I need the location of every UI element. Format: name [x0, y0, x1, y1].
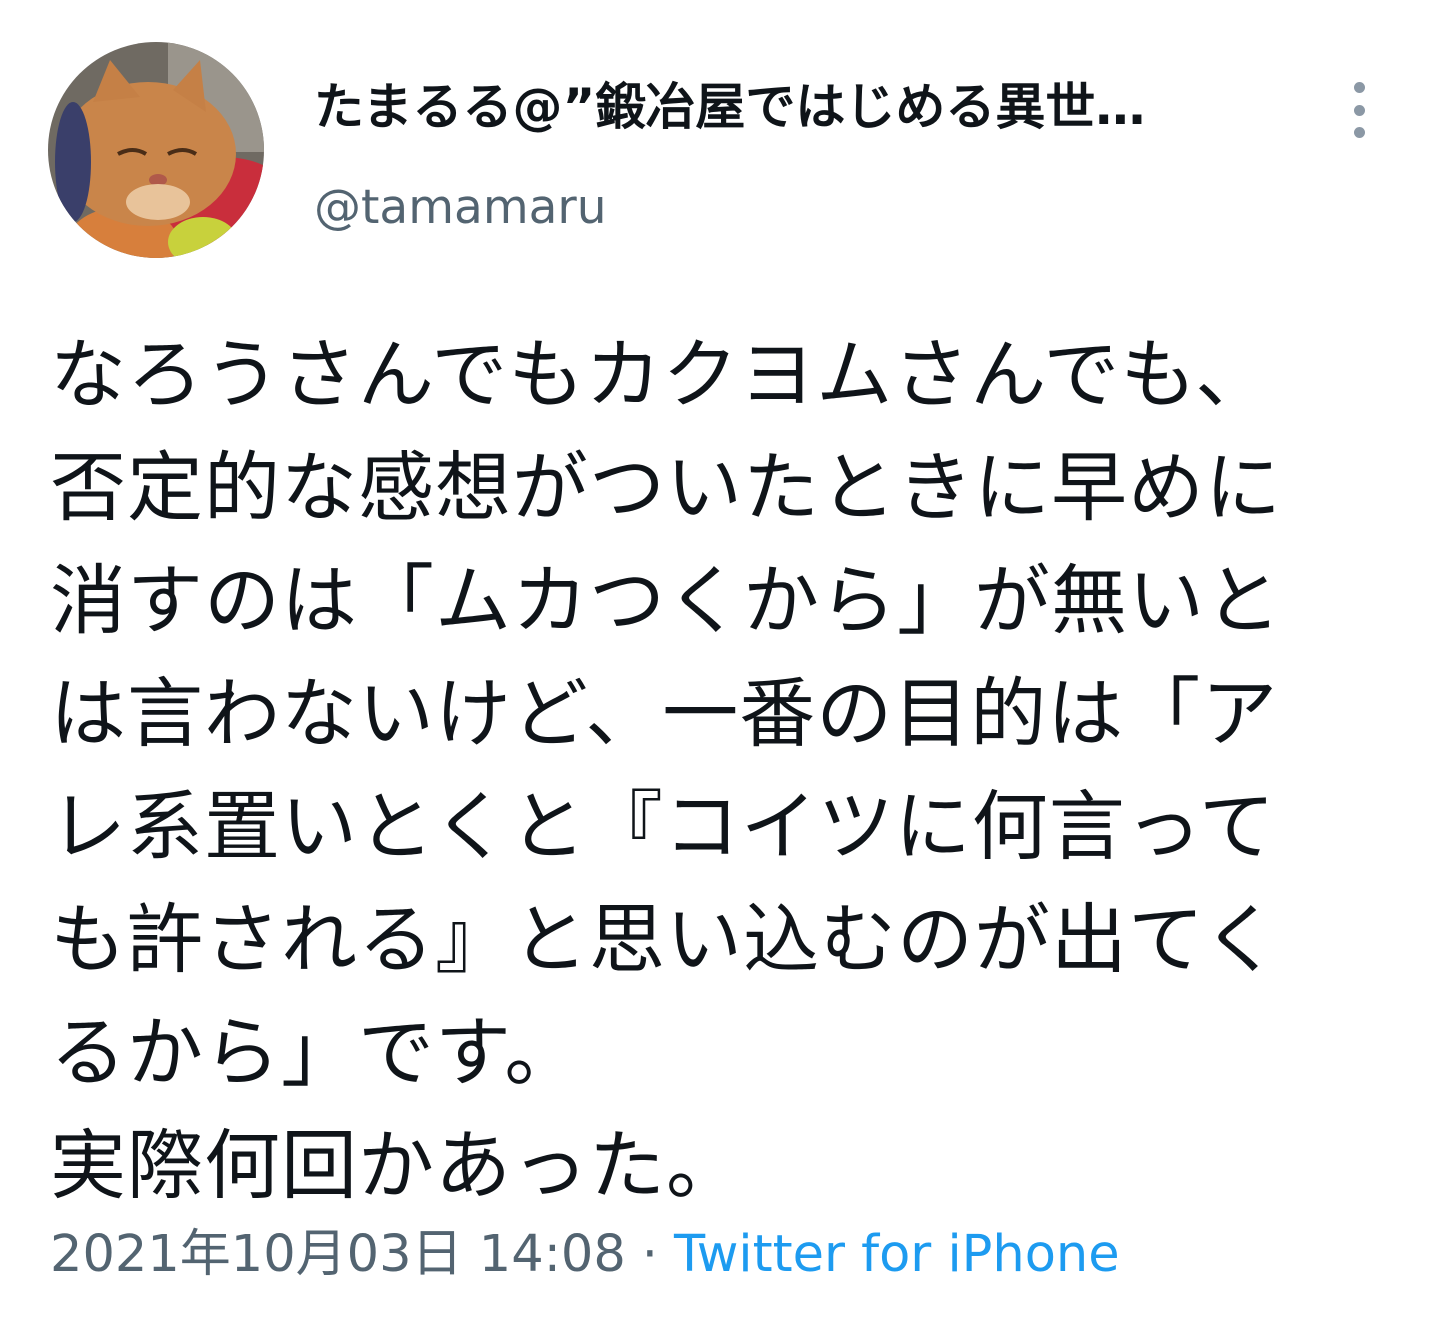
tweet-text: なろうさんでもカクヨムさんでも、 否定的な感想がついたときに早めに 消すのは「ム…	[50, 318, 1410, 1222]
author-handle[interactable]: @tamamaru	[314, 180, 1274, 236]
tweet-text-line: なろうさんでもカクヨムさんでも、	[50, 330, 1273, 419]
more-vertical-icon[interactable]	[1344, 82, 1374, 138]
author-info: たまるる@”鍛冶屋ではじめる異世… @tamamaru	[314, 76, 1274, 236]
author-display-name[interactable]: たまるる@”鍛冶屋ではじめる異世…	[314, 76, 1274, 138]
tweet-text-line: 実際何回かあった。	[50, 1121, 743, 1210]
tweet-text-line: 否定的な感想がついたときに早めに	[50, 443, 1282, 532]
menu-dot	[1353, 82, 1365, 93]
tweet-text-line: レ系置いとくと『コイツに何言って	[50, 782, 1276, 871]
meta-separator: ·	[641, 1225, 658, 1284]
tweet-timestamp[interactable]: 2021年10月03日 14:08	[50, 1225, 626, 1284]
tweet-text-line: 消すのは「ムカつくから」が無いと	[50, 556, 1282, 645]
tweet-text-line: は言わないけど、一番の目的は「ア	[50, 669, 1279, 758]
tweet-meta: 2021年10月03日 14:08 · Twitter for iPhone	[50, 1222, 1120, 1288]
tweet-text-line: るから」です。	[50, 1008, 582, 1097]
menu-dot	[1353, 104, 1365, 116]
tweet-source-link[interactable]: Twitter for iPhone	[674, 1225, 1120, 1284]
menu-dot	[1353, 127, 1365, 138]
cat-avatar-icon[interactable]	[48, 42, 264, 258]
tweet-text-line: も許される』と思い込むのが出てく	[50, 895, 1280, 984]
tweet-header: たまるる@”鍛冶屋ではじめる異世… @tamamaru	[48, 42, 1388, 262]
